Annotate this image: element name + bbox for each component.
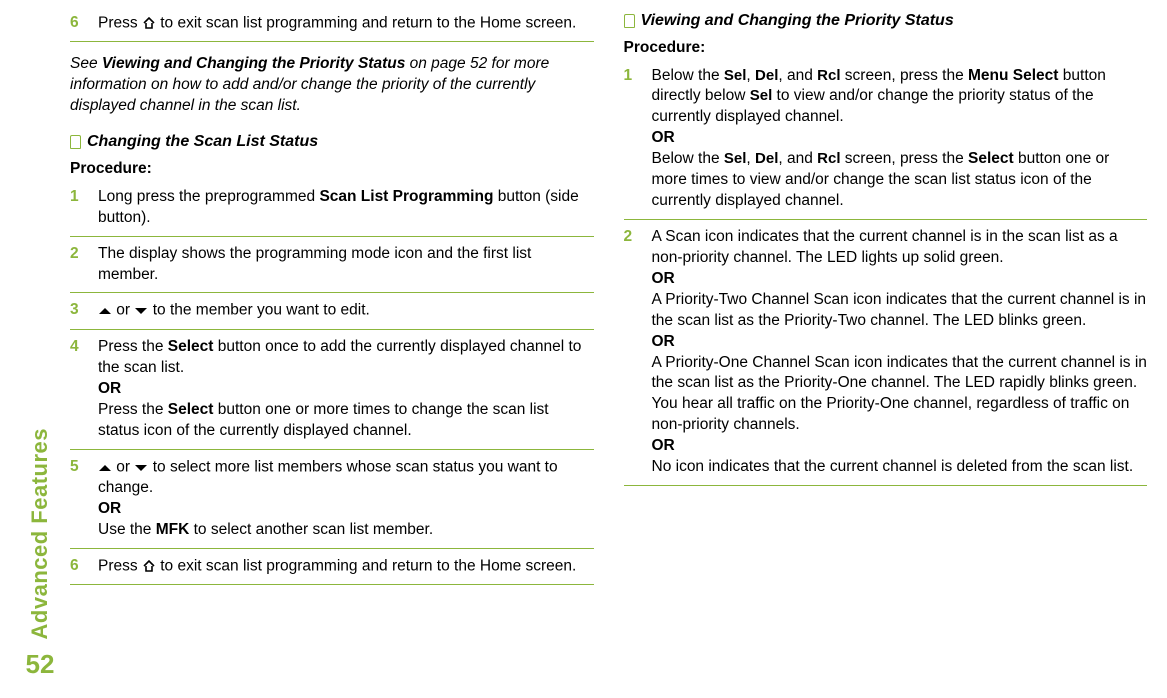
divider xyxy=(70,449,594,450)
step-text: Below the xyxy=(652,67,724,84)
step-number: 2 xyxy=(70,244,84,286)
page-number: 52 xyxy=(26,649,55,680)
list-item: 4 Press the Select button once to add th… xyxy=(70,334,594,447)
step-number: 2 xyxy=(624,227,638,478)
list-item: 3 or to the member you want to edit. xyxy=(70,297,594,326)
or-label: OR xyxy=(652,333,675,350)
step-bold: Select xyxy=(168,338,214,355)
or-label: OR xyxy=(652,129,675,146)
list-item: 6 Press to exit scan list programming an… xyxy=(70,553,594,582)
step-text: Long press the preprogrammed xyxy=(98,188,319,205)
step-number: 3 xyxy=(70,300,84,321)
step-number: 4 xyxy=(70,337,84,442)
divider xyxy=(70,236,594,237)
step-text: Press the xyxy=(98,338,168,355)
document-icon xyxy=(70,135,81,149)
step-text: screen, press the xyxy=(841,150,969,167)
step-number: 1 xyxy=(624,66,638,212)
section-label: Advanced Features xyxy=(27,428,53,639)
document-icon xyxy=(624,14,635,28)
step-text: , and xyxy=(778,67,817,84)
step-text: Press the xyxy=(98,401,168,418)
note-pre: See xyxy=(70,55,102,72)
step-text: A Priority-One Channel Scan icon indicat… xyxy=(652,354,1147,434)
step-text: Use the xyxy=(98,521,156,538)
step-bold: Menu Select xyxy=(968,67,1058,84)
procedure-label: Procedure: xyxy=(624,38,1148,59)
step-bold: Select xyxy=(168,401,214,418)
or-label: OR xyxy=(652,437,675,454)
heading-text: Changing the Scan List Status xyxy=(87,131,318,153)
softkey-sel: Sel xyxy=(750,87,773,104)
or-label: OR xyxy=(98,380,121,397)
step-text: , xyxy=(746,67,755,84)
step-text: The display shows the programming mode i… xyxy=(98,244,594,286)
softkey-del: Del xyxy=(755,67,778,84)
step-text: or xyxy=(112,458,134,475)
step-number: 1 xyxy=(70,187,84,229)
home-icon xyxy=(142,556,156,577)
step-number: 5 xyxy=(70,457,84,541)
home-icon xyxy=(142,13,156,34)
up-arrow-icon xyxy=(98,300,112,321)
list-item: 2 A Scan icon indicates that the current… xyxy=(624,224,1148,483)
divider xyxy=(624,219,1148,220)
procedure-label: Procedure: xyxy=(70,159,594,180)
step-text: A Priority-Two Channel Scan icon indicat… xyxy=(652,291,1147,329)
softkey-sel: Sel xyxy=(724,67,747,84)
divider xyxy=(70,292,594,293)
down-arrow-icon xyxy=(134,457,148,478)
softkey-del: Del xyxy=(755,150,778,167)
divider xyxy=(70,548,594,549)
list-item: 1 Long press the preprogrammed Scan List… xyxy=(70,184,594,234)
step-text: Below the xyxy=(652,150,724,167)
step-text: to exit scan list programming and return… xyxy=(156,557,576,574)
list-item: 2 The display shows the programming mode… xyxy=(70,241,594,291)
step-text: to the member you want to edit. xyxy=(148,302,369,319)
right-column: Viewing and Changing the Priority Status… xyxy=(624,10,1148,688)
list-item: 6 Press to exit scan list programming an… xyxy=(70,10,594,39)
softkey-rcl: Rcl xyxy=(817,150,840,167)
or-label: OR xyxy=(98,500,121,517)
down-arrow-icon xyxy=(134,300,148,321)
step-text: Press xyxy=(98,15,142,32)
softkey-rcl: Rcl xyxy=(817,67,840,84)
step-bold: Scan List Programming xyxy=(319,188,493,205)
step-bold: MFK xyxy=(156,521,190,538)
step-number: 6 xyxy=(70,556,84,577)
list-item: 5 or to select more list members whose s… xyxy=(70,454,594,546)
step-text: A Scan icon indicates that the current c… xyxy=(652,228,1118,266)
sidebar: Advanced Features 52 xyxy=(10,10,70,688)
step-bold: Select xyxy=(968,150,1014,167)
step-text: or xyxy=(112,302,134,319)
section-heading: Viewing and Changing the Priority Status xyxy=(624,10,1148,32)
divider xyxy=(70,584,594,585)
step-text: , xyxy=(746,150,755,167)
step-text: to select more list members whose scan s… xyxy=(98,458,558,496)
heading-text: Viewing and Changing the Priority Status xyxy=(641,10,954,32)
divider xyxy=(70,41,594,42)
step-text: No icon indicates that the current chann… xyxy=(652,458,1134,475)
step-number: 6 xyxy=(70,13,84,34)
note-text: See Viewing and Changing the Priority St… xyxy=(70,54,594,117)
divider xyxy=(70,329,594,330)
note-bold: Viewing and Changing the Priority Status xyxy=(102,55,405,72)
or-label: OR xyxy=(652,270,675,287)
step-text: to exit scan list programming and return… xyxy=(156,15,576,32)
list-item: 1 Below the Sel, Del, and Rcl screen, pr… xyxy=(624,63,1148,217)
softkey-sel: Sel xyxy=(724,150,747,167)
divider xyxy=(624,485,1148,486)
left-column: 6 Press to exit scan list programming an… xyxy=(70,10,594,688)
step-text: to select another scan list member. xyxy=(189,521,433,538)
up-arrow-icon xyxy=(98,457,112,478)
step-text: Press xyxy=(98,557,142,574)
step-text: , and xyxy=(778,150,817,167)
section-heading: Changing the Scan List Status xyxy=(70,131,594,153)
step-text: screen, press the xyxy=(841,67,969,84)
